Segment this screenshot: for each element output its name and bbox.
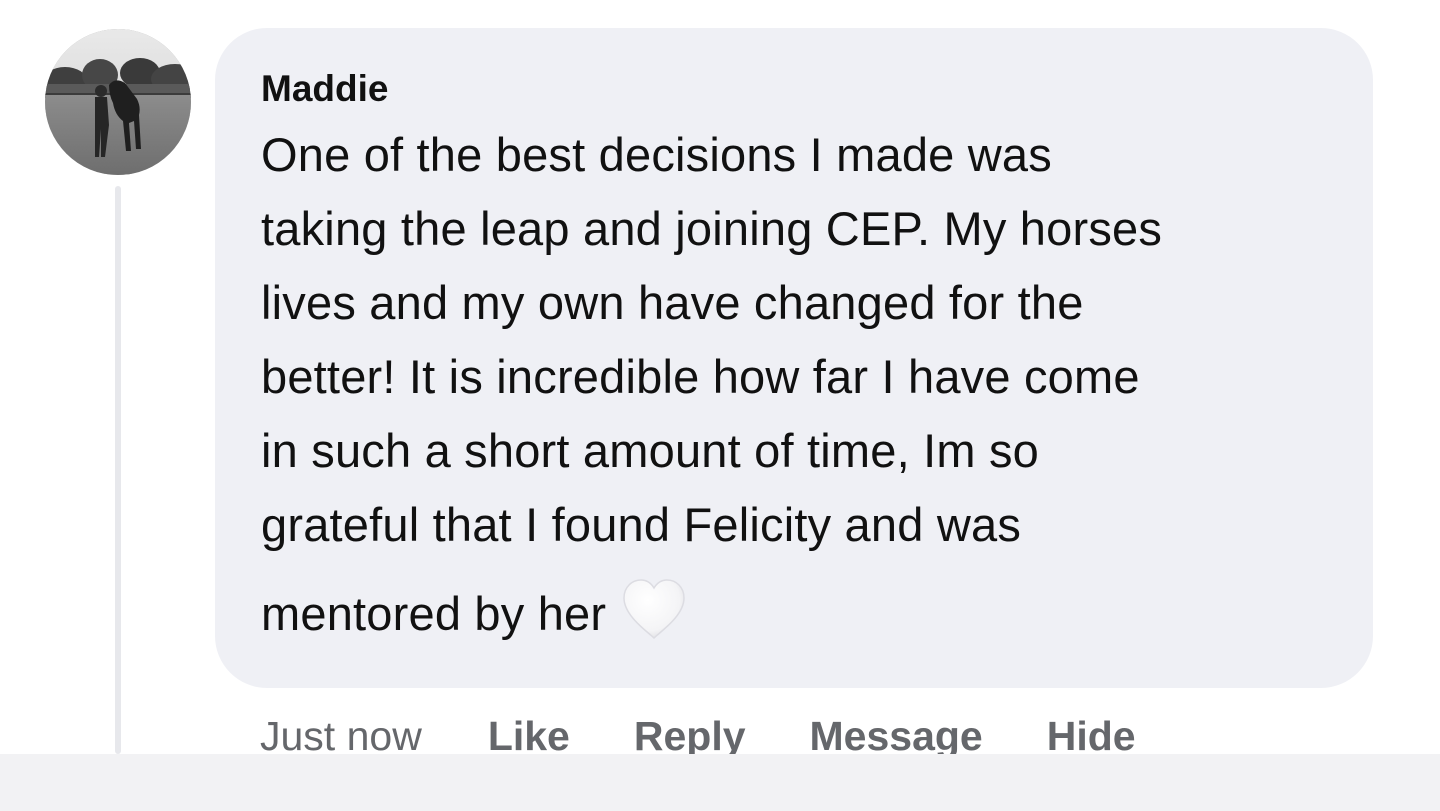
thread-line (115, 186, 121, 754)
comment-text-line: taking the leap and joining CEP. My hors… (261, 202, 1163, 255)
comment-text-line: grateful that I found Felicity and was (261, 498, 1022, 551)
comment-text-line: One of the best decisions I made was (261, 128, 1052, 181)
comment-thread: Maddie One of the best decisions I made … (0, 0, 1440, 811)
comment-text: One of the best decisions I made was tak… (261, 118, 1333, 651)
comment-text-line-last: mentored by her (261, 576, 1333, 651)
avatar-photo (45, 29, 191, 175)
avatar[interactable] (45, 29, 191, 175)
hide-button[interactable]: Hide (1047, 713, 1136, 760)
comment-text-line: mentored by her (261, 587, 607, 640)
message-button[interactable]: Message (810, 713, 983, 760)
white-heart-icon (623, 579, 686, 640)
comment-text-line: better! It is incredible how far I have … (261, 350, 1140, 403)
comment-text-line: lives and my own have changed for the (261, 276, 1084, 329)
comment-bubble: Maddie One of the best decisions I made … (215, 28, 1373, 688)
bottom-bar (0, 754, 1440, 811)
reply-button[interactable]: Reply (634, 713, 746, 760)
like-button[interactable]: Like (488, 713, 570, 760)
comment-timestamp[interactable]: Just now (260, 713, 422, 760)
comment-author[interactable]: Maddie (261, 64, 1333, 114)
comment-text-line: in such a short amount of time, Im so (261, 424, 1040, 477)
